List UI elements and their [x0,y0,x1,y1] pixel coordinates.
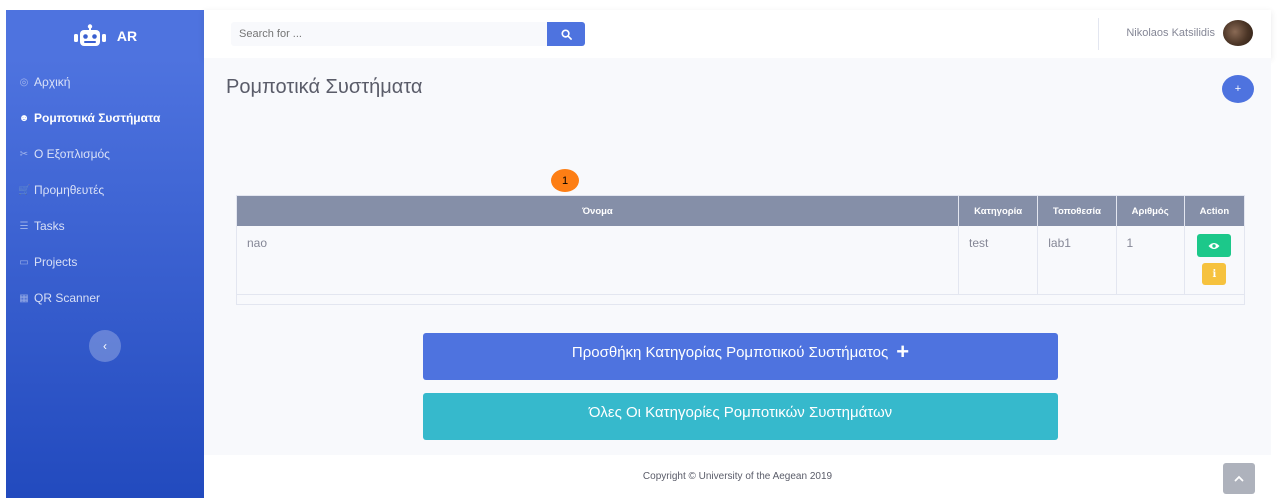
sidebar-item-qr-scanner[interactable]: ▦ QR Scanner [6,280,204,316]
dashboard-icon: ◎ [19,76,29,88]
sidebar-item-label: Προμηθευτές [34,183,105,197]
main-content: Ρομποτικά Συστήματα + 1 Όνομα Κατηγορία … [204,58,1271,455]
page-title: Ρομποτικά Συστήματα [226,76,423,98]
sidebar-item-robotic-systems[interactable]: ☻ Ρομποτικά Συστήματα [6,100,204,136]
cell-actions: i [1184,226,1246,295]
search-form [231,22,585,46]
search-icon [560,28,572,40]
info-icon: i [1212,268,1217,280]
all-categories-label: Όλες Οι Κατηγορίες Ρομποτικών Συστημάτων [588,404,893,421]
sidebar-item-home[interactable]: ◎ Αρχική [6,64,204,100]
sidebar-item-label: Tasks [34,219,65,233]
sidebar-item-label: Ο Εξοπλισμός [34,147,110,161]
sidebar-item-label: Ρομποτικά Συστήματα [34,111,161,125]
view-button[interactable] [1197,234,1232,257]
scroll-to-top-button[interactable] [1223,463,1255,494]
search-button[interactable] [547,22,585,46]
user-menu[interactable]: Nikolaos Katsilidis [1126,20,1253,46]
sidebar-item-suppliers[interactable]: 🛒 Προμηθευτές [6,172,204,208]
add-category-button[interactable]: Προσθήκη Κατηγορίας Ρομποτικού Συστήματο… [423,333,1058,380]
cart-icon: 🛒 [18,184,31,196]
chevron-up-icon [1234,475,1244,482]
sidebar-item-label: Αρχική [34,75,71,89]
column-header-name[interactable]: Όνομα [237,196,959,226]
robotic-systems-table: Όνομα Κατηγορία Τοποθεσία Αριθμός Action… [236,195,1246,305]
cell-number: 1 [1116,226,1185,295]
sidebar-item-label: Projects [34,255,78,269]
column-header-location[interactable]: Τοποθεσία [1037,196,1117,226]
tools-icon: ✂ [19,148,29,160]
table-row: nao test lab1 1 i [237,226,1246,295]
topbar: Nikolaos Katsilidis [204,10,1271,58]
folder-icon: ▭ [19,256,29,268]
table-header-row: Όνομα Κατηγορία Τοποθεσία Αριθμός Action [237,196,1246,226]
eye-icon [1208,242,1220,249]
sidebar: AR ◎ Αρχική ☻ Ρομποτικά Συστήματα ✂ Ο Εξ… [6,10,204,498]
sidebar-item-label: QR Scanner [34,291,101,305]
step-badge: 1 [551,169,579,192]
user-name: Nikolaos Katsilidis [1126,27,1215,39]
topbar-divider [1098,18,1099,50]
info-button[interactable]: i [1202,263,1227,285]
sidebar-item-tasks[interactable]: ☰ Tasks [6,208,204,244]
column-header-action: Action [1184,196,1246,226]
sidebar-item-equipment[interactable]: ✂ Ο Εξοπλισμός [6,136,204,172]
column-header-category[interactable]: Κατηγορία [958,196,1039,226]
brand-label: AR [116,28,138,44]
cell-name: nao [237,226,959,295]
plus-icon: + [1234,83,1242,95]
sidebar-nav: ◎ Αρχική ☻ Ρομποτικά Συστήματα ✂ Ο Εξοπλ… [6,64,204,316]
column-header-number[interactable]: Αριθμός [1116,196,1185,226]
cell-location: lab1 [1037,226,1117,295]
sidebar-toggle-button[interactable]: ‹ [89,330,121,362]
add-robotic-system-button[interactable]: + [1222,75,1254,103]
footer: Copyright © University of the Aegean 201… [204,455,1271,498]
add-category-label: Προσθήκη Κατηγορίας Ρομποτικού Συστήματο… [571,344,889,361]
robot-icon [73,24,106,46]
robot-icon: ☻ [18,112,30,124]
plus-icon: + [896,338,910,364]
copyright-text: Copyright © University of the Aegean 201… [642,471,833,482]
chevron-left-icon: ‹ [103,339,107,353]
list-icon: ☰ [19,220,29,232]
all-categories-button[interactable]: Όλες Οι Κατηγορίες Ρομποτικών Συστημάτων [423,393,1058,440]
avatar [1223,20,1253,46]
sidebar-item-projects[interactable]: ▭ Projects [6,244,204,280]
search-input[interactable] [231,22,547,46]
sidebar-brand[interactable]: AR [6,10,204,62]
cell-category: test [958,226,1039,295]
qrcode-icon: ▦ [19,292,29,304]
